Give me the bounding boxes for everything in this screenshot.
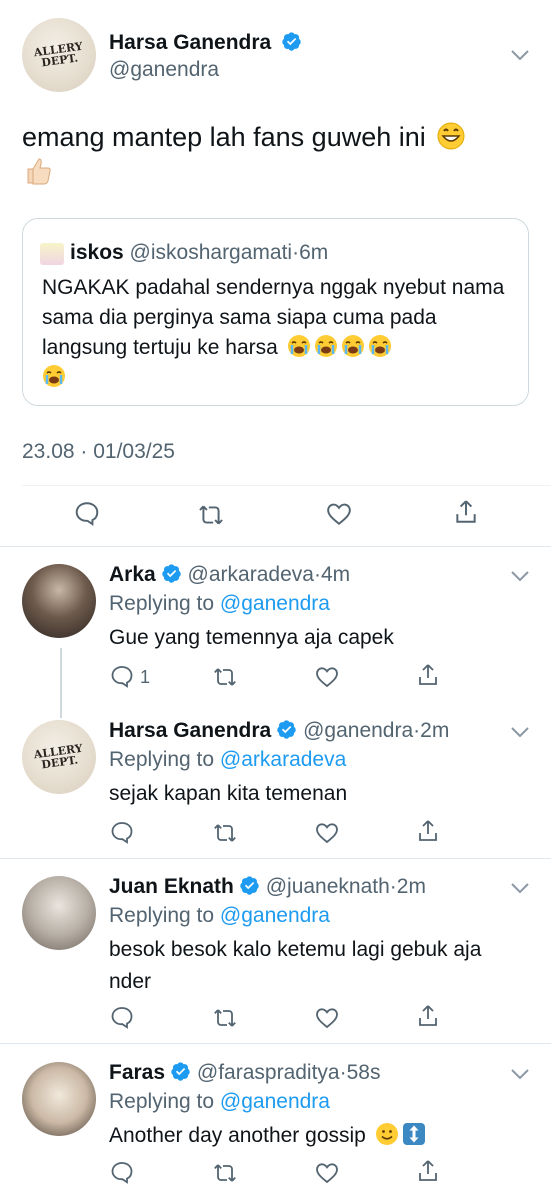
- thread-line: [60, 648, 62, 718]
- retweet-icon: [214, 1164, 236, 1182]
- reply-count: 1: [140, 667, 151, 687]
- verified-badge-icon: [171, 1062, 190, 1081]
- chevron-down-icon[interactable]: [511, 726, 529, 738]
- crying-face-icon: [43, 365, 65, 387]
- share-icon: [419, 664, 437, 685]
- heart-icon: [316, 1008, 338, 1029]
- chevron-down-icon[interactable]: [511, 570, 529, 582]
- grinning-face-icon: [437, 122, 465, 150]
- heart-icon: [316, 823, 338, 844]
- reply-icon: [111, 822, 133, 844]
- chevron-down-icon[interactable]: [511, 882, 529, 894]
- like-button[interactable]: [326, 501, 352, 527]
- share-button[interactable]: [416, 1004, 440, 1028]
- verified-badge-icon: [240, 876, 259, 895]
- reply-text: Gue yang temennya aja capek: [109, 626, 394, 649]
- verified-badge-icon: [282, 32, 301, 51]
- reply-icon: [111, 1007, 133, 1029]
- reply-button[interactable]: [110, 820, 134, 844]
- reply-header: Harsa Ganendra @ganendra·2m: [109, 719, 450, 742]
- avatar[interactable]: [22, 1062, 96, 1136]
- tweet-text: emang mantep lah fans guweh ini: [22, 120, 527, 192]
- reply-text: besok besok kalo ketemu lagi gebuk aja n…: [109, 938, 482, 993]
- replying-to: Replying to @ganendra: [109, 904, 330, 927]
- avatar[interactable]: [22, 564, 96, 638]
- avatar[interactable]: [22, 876, 96, 950]
- reply-button[interactable]: [110, 1005, 134, 1029]
- replying-to: Replying to @arkaradeva: [109, 748, 347, 771]
- retweet-icon: [214, 668, 236, 686]
- share-button[interactable]: [416, 819, 440, 843]
- retweet-button[interactable]: [198, 502, 224, 528]
- author-name[interactable]: Harsa Ganendra: [109, 31, 302, 55]
- like-button[interactable]: [315, 665, 339, 689]
- share-icon: [419, 1005, 437, 1026]
- reply-header: Arka @arkaradeva·4m: [109, 563, 351, 586]
- reply-icon: [111, 1162, 133, 1184]
- retweet-button[interactable]: [213, 1161, 237, 1185]
- reply-text: sejak kapan kita temenan: [109, 782, 348, 805]
- avatar-logo-text: ALLERY DEPT.: [33, 39, 84, 70]
- heart-icon: [327, 503, 351, 525]
- retweet-button[interactable]: [213, 1006, 237, 1030]
- quote-text: NGAKAK padahal sendernya nggak nyebut na…: [42, 273, 512, 393]
- divider: [0, 858, 551, 859]
- share-button[interactable]: [416, 1159, 440, 1183]
- tweet-timestamp[interactable]: 23.08 · 01/03/25: [22, 440, 175, 464]
- share-button[interactable]: [453, 499, 479, 525]
- like-button[interactable]: [315, 821, 339, 845]
- reply-icon: [75, 502, 99, 526]
- reply-button[interactable]: [110, 1160, 134, 1184]
- slight-smile-icon: [375, 1123, 398, 1145]
- share-icon: [419, 1160, 437, 1181]
- retweet-icon: [214, 1009, 236, 1027]
- share-icon: [419, 820, 437, 841]
- divider: [0, 1043, 551, 1044]
- reply-header: Faras @faraspraditya·58s: [109, 1061, 381, 1084]
- share-icon: [456, 500, 476, 523]
- chevron-down-icon[interactable]: [511, 1068, 529, 1080]
- reply-button[interactable]: [110, 664, 134, 688]
- heart-icon: [316, 1163, 338, 1184]
- reply-button[interactable]: [74, 500, 100, 526]
- heart-icon: [316, 667, 338, 688]
- divider: [0, 546, 551, 547]
- thumbs-up-icon: [27, 158, 51, 185]
- retweet-icon: [214, 824, 236, 842]
- reply-header: Juan Eknath @juaneknath·2m: [109, 875, 426, 898]
- up-down-arrow-icon: [402, 1123, 425, 1145]
- like-button[interactable]: [315, 1006, 339, 1030]
- chevron-down-icon[interactable]: [511, 49, 529, 61]
- quote-header: iskos @iskoshargamati·6m: [70, 241, 329, 264]
- retweet-button[interactable]: [213, 665, 237, 689]
- author-handle[interactable]: @ganendra: [109, 58, 219, 82]
- like-button[interactable]: [315, 1161, 339, 1185]
- replying-to: Replying to @ganendra: [109, 1090, 330, 1113]
- verified-badge-icon: [277, 720, 296, 739]
- avatar[interactable]: ALLERY DEPT.: [22, 720, 96, 794]
- replying-to: Replying to @ganendra: [109, 592, 330, 615]
- divider: [22, 485, 551, 486]
- reply-icon: [111, 666, 133, 688]
- share-button[interactable]: [416, 663, 440, 687]
- avatar[interactable]: ALLERY DEPT.: [22, 18, 96, 92]
- retweet-icon: [199, 505, 223, 525]
- reply-text: Another day another gossip: [109, 1120, 529, 1152]
- verified-badge-icon: [162, 564, 181, 583]
- quote-avatar: [40, 243, 64, 265]
- avatar-logo-text: ALLERY DEPT.: [33, 741, 84, 772]
- retweet-button[interactable]: [213, 821, 237, 845]
- crying-face-icons: [284, 335, 392, 359]
